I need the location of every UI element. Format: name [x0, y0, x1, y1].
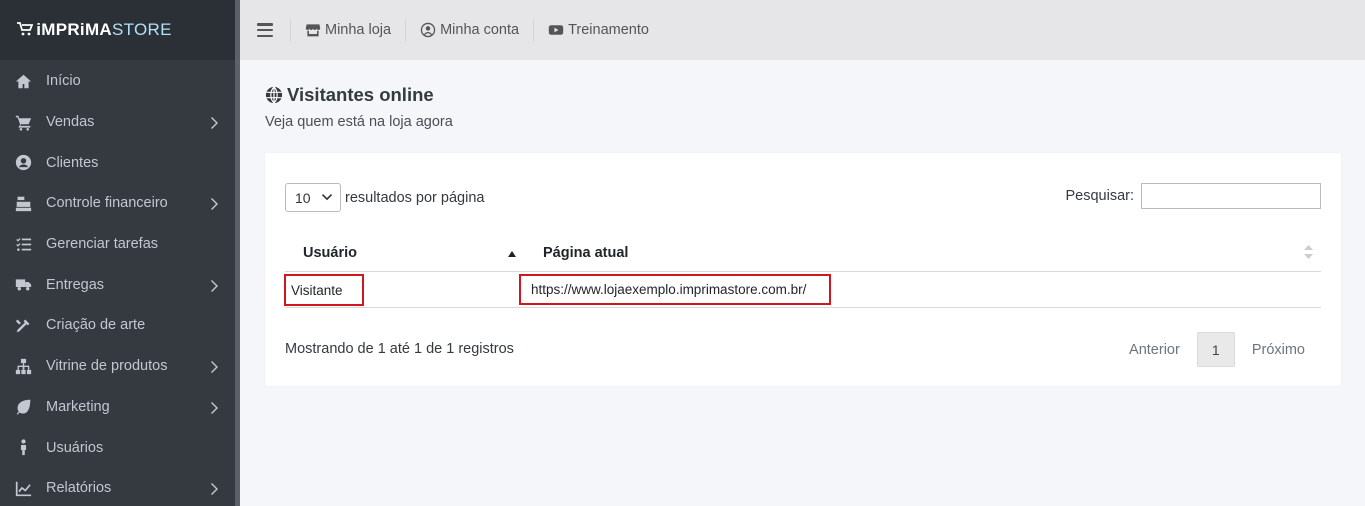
nav-link-minha-loja[interactable]: Minha loja [291, 22, 405, 38]
column-header-pagina-atual[interactable]: Página atual [543, 234, 628, 272]
sidebar-item-vendas[interactable]: Vendas [0, 102, 235, 143]
visitors-card: 10 resultados por página Pesquisar: Usuá… [265, 153, 1341, 386]
brand-name-bold: iMPRiMA [36, 20, 112, 39]
chevron-right-icon [211, 116, 219, 130]
store-icon [305, 24, 321, 37]
chevron-right-icon [211, 482, 219, 496]
home-icon [14, 72, 32, 90]
sidebar-item-label: Relatórios [46, 480, 112, 497]
top-navbar: Minha loja Minha conta Treinamento [240, 0, 1365, 60]
sidebar-nav: Início Vendas Clientes Controle financei… [0, 60, 235, 506]
pagination: Anterior 1 Próximo [1113, 332, 1321, 367]
sort-asc-icon [508, 251, 516, 257]
sidebar-item-label: Marketing [46, 398, 110, 415]
sidebar-item-vitrine-de-produtos[interactable]: Vitrine de produtos [0, 346, 235, 387]
search-input[interactable] [1141, 183, 1321, 209]
tasks-icon [14, 235, 32, 253]
chevron-down-icon [322, 194, 332, 201]
male-icon [14, 439, 32, 457]
sidebar-scrollbar[interactable] [235, 0, 240, 506]
chevron-right-icon [211, 360, 219, 374]
leaf-icon [14, 398, 32, 416]
nav-link-label: Minha conta [440, 22, 520, 38]
sidebar-item-label: Usuários [46, 439, 104, 456]
sitemap-icon [14, 357, 32, 375]
sidebar-item-label: Clientes [46, 154, 99, 171]
table-cell-page-url: https://www.lojaexemplo.imprimastore.com… [519, 274, 831, 305]
user-circle-icon [14, 154, 32, 172]
sidebar-item-marketing[interactable]: Marketing [0, 387, 235, 428]
sidebar-item-label: Entregas [46, 276, 105, 293]
sidebar-item-label: Gerenciar tarefas [46, 236, 159, 253]
page-title: Visitantes online [265, 84, 434, 106]
tools-icon [14, 316, 32, 334]
youtube-icon [548, 25, 564, 35]
sidebar: iMPRiMA STORE Início Vendas Clientes Cont… [0, 0, 235, 506]
sidebar-item-label: Criação de arte [46, 317, 146, 334]
page-length-control: 10 resultados por página [285, 183, 484, 212]
user-circle-icon [420, 22, 436, 38]
pagination-next[interactable]: Próximo [1236, 332, 1321, 367]
sidebar-item-relatorios[interactable]: Relatórios [0, 468, 235, 506]
column-header-usuario[interactable]: Usuário [303, 234, 357, 272]
search-label: Pesquisar: [1065, 188, 1134, 204]
page-title-text: Visitantes online [287, 84, 434, 105]
sidebar-item-label: Início [46, 73, 81, 90]
visitors-table: Usuário Página atual Visitante https://w… [284, 234, 1321, 308]
sidebar-item-label: Vendas [46, 114, 95, 131]
cart-icon [14, 113, 32, 131]
cart-logo-icon [17, 21, 34, 39]
sidebar-item-label: Controle financeiro [46, 195, 168, 212]
table-header: Usuário Página atual [285, 234, 1321, 272]
sidebar-item-criacao-de-arte[interactable]: Criação de arte [0, 305, 235, 346]
page-length-select[interactable]: 10 [285, 183, 341, 212]
sidebar-item-controle-financeiro[interactable]: Controle financeiro [0, 183, 235, 224]
cash-register-icon [14, 194, 32, 212]
sidebar-item-clientes[interactable]: Clientes [0, 142, 235, 183]
nav-link-minha-conta[interactable]: Minha conta [406, 22, 533, 38]
chevron-right-icon [211, 197, 219, 211]
pagination-page-1[interactable]: 1 [1196, 332, 1235, 367]
chart-line-icon [14, 479, 32, 497]
sort-icon [1304, 245, 1313, 259]
table-search: Pesquisar: [1065, 183, 1321, 209]
sidebar-item-gerenciar-tarefas[interactable]: Gerenciar tarefas [0, 224, 235, 265]
table-row: Visitante https://www.lojaexemplo.imprim… [284, 272, 1321, 308]
nav-link-label: Treinamento [568, 22, 649, 38]
table-cell-user: Visitante [284, 274, 364, 306]
nav-link-label: Minha loja [325, 22, 392, 38]
sidebar-item-entregas[interactable]: Entregas [0, 264, 235, 305]
brand-logo[interactable]: iMPRiMA STORE [0, 0, 235, 60]
page-length-value: 10 [295, 189, 311, 206]
sidebar-item-usuarios[interactable]: Usuários [0, 427, 235, 468]
chevron-right-icon [211, 279, 219, 292]
sidebar-item-label: Vitrine de produtos [46, 358, 168, 375]
chevron-right-icon [211, 401, 219, 414]
pagination-previous[interactable]: Anterior [1113, 332, 1196, 367]
table-info: Mostrando de 1 até 1 de 1 registros [285, 341, 514, 357]
globe-icon [265, 86, 283, 104]
brand-name-light: STORE [112, 20, 172, 39]
truck-icon [14, 276, 32, 294]
page-length-label: resultados por página [345, 189, 485, 206]
hamburger-menu-icon[interactable] [257, 23, 273, 37]
page-subtitle: Veja quem está na loja agora [265, 114, 453, 130]
sidebar-item-inicio[interactable]: Início [0, 61, 235, 102]
nav-link-treinamento[interactable]: Treinamento [534, 22, 663, 38]
